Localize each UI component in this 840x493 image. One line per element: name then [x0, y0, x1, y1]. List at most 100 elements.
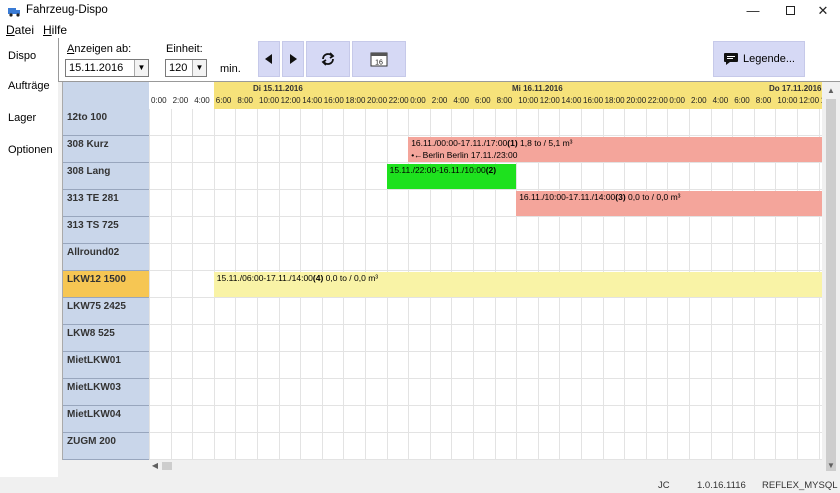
unit-label: Einheit:: [166, 43, 203, 55]
scroll-left-icon[interactable]: ◀: [148, 460, 162, 472]
time-tick-label: 4:00: [712, 96, 729, 105]
dropdown-arrow-icon[interactable]: ▼: [192, 60, 206, 76]
show-from-value: 15.11.2016: [69, 62, 124, 74]
vehicle-row-label[interactable]: MietLKW04: [63, 406, 149, 433]
row-divider: [149, 405, 822, 406]
truck-app-icon: [8, 8, 20, 17]
dropdown-arrow-icon[interactable]: ▼: [134, 60, 148, 76]
next-button[interactable]: [282, 41, 304, 77]
row-divider: [149, 243, 822, 244]
day-header-label: Mi 16.11.2016: [512, 84, 563, 93]
arrow-left-icon: [265, 54, 272, 64]
time-tick-label: 6:00: [215, 96, 232, 105]
calendar-icon: 16: [370, 52, 388, 67]
status-version: 1.0.16.1116: [697, 480, 746, 491]
menu-file[interactable]: Datei: [6, 22, 34, 38]
tab-dispo-label: Dispo: [8, 50, 37, 62]
time-tick-label: 16:00: [323, 96, 344, 105]
dispatch-bar[interactable]: 16.11./00:00-17.11./17:00(1) 1,8 to / 5,…: [408, 137, 822, 162]
vehicle-row-label[interactable]: 12to 100: [63, 109, 149, 136]
show-from-date-picker[interactable]: 15.11.2016 ▼: [65, 59, 149, 77]
time-tick-label: 16:00: [583, 96, 604, 105]
time-tick-label: 8:00: [237, 96, 253, 105]
maximize-button[interactable]: [773, 0, 807, 22]
day-header-label: Di 15.11.2016: [253, 84, 303, 93]
refresh-button[interactable]: [306, 41, 350, 77]
horizontal-scrollbar[interactable]: ◀: [148, 460, 822, 472]
toolbar: Anzeigen ab: 15.11.2016 ▼ Einheit: 120 ▼…: [58, 38, 840, 82]
row-divider: [149, 162, 822, 163]
time-tick-label: 20:00: [367, 96, 388, 105]
time-tick-label: 20:00: [626, 96, 647, 105]
refresh-icon: [321, 52, 335, 66]
time-tick-label: 8:00: [755, 96, 772, 105]
close-button[interactable]: ✕: [806, 0, 840, 22]
time-tick-label: 8:00: [496, 96, 513, 105]
legend-label: Legende...: [743, 53, 795, 65]
vehicle-row-label[interactable]: Allround02: [63, 244, 149, 271]
time-tick-label: 2:00: [431, 96, 448, 105]
scroll-up-icon[interactable]: ▲: [822, 82, 840, 99]
time-tick-label: 10:00: [259, 96, 280, 105]
vehicle-row-label[interactable]: 313 TE 281: [63, 190, 149, 217]
title-bar: Fahrzeug-Dispo — ✕: [0, 0, 840, 22]
tab-lager-label: Lager: [8, 112, 37, 124]
unit-select[interactable]: 120 ▼: [165, 59, 207, 77]
time-tick-label: 14:00: [561, 96, 582, 105]
vehicle-row-label[interactable]: 308 Lang: [63, 163, 149, 190]
vehicle-list: 12to 100 308 Kurz 308 Lang 313 TE 281 313 TS…: [63, 82, 149, 460]
time-tick-label: 0:00: [669, 96, 685, 105]
menu-help[interactable]: Hilfe: [43, 22, 67, 38]
dispatch-bar[interactable]: 16.11./10:00-17.11./14:00(3) 0,0 to / 0,…: [516, 191, 822, 216]
vehicle-row-label[interactable]: MietLKW01: [63, 352, 149, 379]
dispatch-bar[interactable]: 15.11./22:00-16.11./10:00(2): [386, 164, 517, 189]
vehicle-row-label[interactable]: 313 TS 725: [63, 217, 149, 244]
minimize-button[interactable]: —: [736, 0, 770, 22]
row-divider: [149, 432, 822, 433]
tab-optionen[interactable]: Optionen: [0, 136, 58, 164]
prev-button[interactable]: [258, 41, 280, 77]
unit-value: 120: [169, 62, 188, 74]
row-divider: [149, 189, 822, 190]
horizontal-scroll-thumb[interactable]: [162, 462, 172, 470]
vehicle-row-label[interactable]: LKW12 1500: [63, 271, 149, 298]
time-gridline: [192, 109, 194, 460]
tab-dispo[interactable]: Dispo: [0, 42, 58, 70]
calendar-button[interactable]: 16: [352, 41, 406, 77]
time-gridline: [170, 109, 172, 460]
time-tick-label: 22:00: [388, 96, 409, 105]
tab-auftraege[interactable]: Aufträge: [0, 72, 58, 100]
tab-lager[interactable]: Lager: [0, 104, 58, 132]
time-tick-label: 2:00: [172, 96, 189, 105]
row-divider: [149, 324, 822, 325]
status-bar: JC 1.0.16.1116 REFLEX_MYSQL: [0, 477, 840, 493]
time-tick-label: 12:00: [539, 96, 560, 105]
vehicle-row-label[interactable]: 308 Kurz: [63, 136, 149, 163]
svg-text:16: 16: [375, 60, 383, 67]
time-tick-label: 2:00: [691, 96, 707, 105]
vehicle-row-label[interactable]: MietLKW03: [63, 379, 149, 406]
row-divider: [149, 351, 822, 352]
tab-optionen-label: Optionen: [8, 144, 53, 156]
time-tick-label: 22:00: [647, 96, 668, 105]
time-tick-label: 14:00: [302, 96, 323, 105]
dispatch-bar[interactable]: 15.11./06:00-17.11./14:00(4) 0,0 to / 0,…: [213, 272, 822, 297]
time-tick-label: 6:00: [475, 96, 491, 105]
time-tick-label: 4:00: [194, 96, 210, 105]
row-divider: [149, 297, 822, 298]
scroll-down-icon[interactable]: ▼: [822, 457, 840, 474]
speech-bubble-icon: [724, 53, 738, 65]
status-database: REFLEX_MYSQL: [762, 480, 838, 491]
vertical-scrollbar[interactable]: ▲ ▼: [822, 82, 840, 474]
vehicle-row-label[interactable]: LKW75 2425: [63, 298, 149, 325]
unit-suffix: min.: [220, 63, 241, 75]
legend-button[interactable]: Legende...: [713, 41, 805, 77]
vehicle-row-label[interactable]: LKW8 525: [63, 325, 149, 352]
sidebar: Dispo Aufträge Lager Optionen: [0, 38, 58, 478]
time-tick-label: 10:00: [518, 96, 539, 105]
time-tick-label: 0:00: [151, 96, 167, 105]
vertical-scroll-thumb[interactable]: [826, 99, 836, 471]
gantt-chart[interactable]: 12to 100 308 Kurz 308 Lang 313 TE 281 313 TS…: [62, 82, 822, 460]
row-divider: [149, 135, 822, 136]
vehicle-row-label[interactable]: ZUGM 200: [63, 433, 149, 460]
